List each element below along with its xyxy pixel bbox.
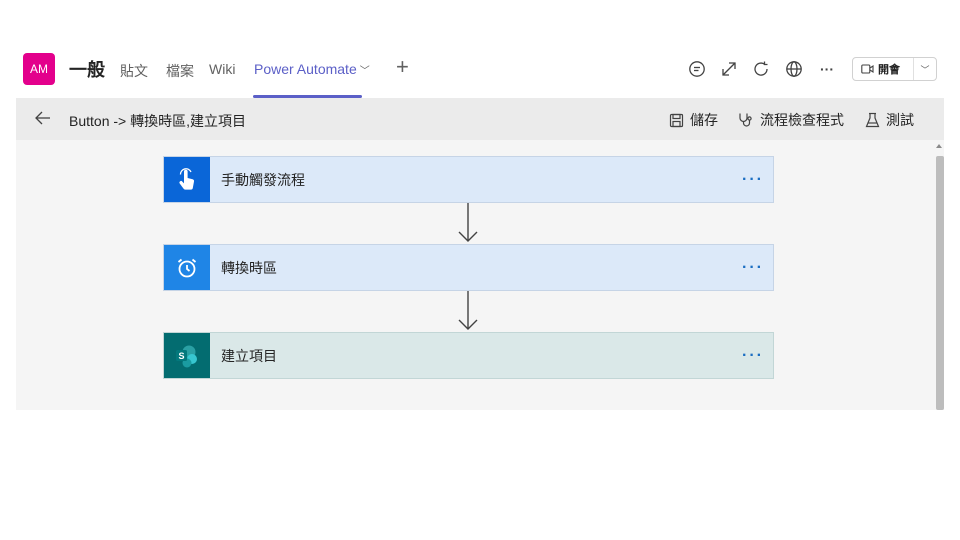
stethoscope-icon xyxy=(739,113,752,127)
step-more-options-icon[interactable]: ··· xyxy=(733,347,773,365)
flow-connector-arrow-icon xyxy=(458,203,478,242)
tab-posts[interactable]: 貼文 xyxy=(120,61,148,81)
flow-step-convert-time-zone[interactable]: 轉換時區 ··· xyxy=(163,244,774,291)
save-button[interactable]: 儲存 xyxy=(669,110,718,130)
team-avatar[interactable]: AM xyxy=(23,53,55,85)
test-button[interactable]: 測試 xyxy=(865,110,914,130)
flow-title: Button -> 轉換時區,建立項目 xyxy=(69,113,246,129)
vertical-scrollbar[interactable] xyxy=(935,140,944,410)
flow-step-manual-trigger[interactable]: 手動觸發流程 ··· xyxy=(163,156,774,203)
test-label: 測試 xyxy=(886,112,914,128)
expand-icon[interactable] xyxy=(718,58,740,80)
channel-tab-bar: AM 一般 貼文 檔案 Wiki Power Automate ﹀ + ··· … xyxy=(16,50,944,98)
flow-checker-label: 流程檢查程式 xyxy=(760,112,844,128)
save-icon xyxy=(669,113,684,127)
touch-icon xyxy=(164,157,210,202)
flask-icon xyxy=(865,112,880,128)
tab-power-automate[interactable]: Power Automate ﹀ xyxy=(254,61,370,77)
flow-step-label: 手動觸發流程 xyxy=(221,171,305,188)
video-camera-icon xyxy=(861,64,874,74)
flow-connector-arrow-icon xyxy=(458,291,478,330)
teams-app: AM 一般 貼文 檔案 Wiki Power Automate ﹀ + ··· … xyxy=(16,50,944,410)
tab-files[interactable]: 檔案 xyxy=(166,61,194,81)
flow-canvas: 手動觸發流程 ··· 轉換時區 ··· S 建立項目 ··· xyxy=(16,140,935,410)
svg-text:S: S xyxy=(178,351,184,361)
chevron-down-icon: ﹀ xyxy=(359,66,370,77)
sharepoint-icon: S xyxy=(164,333,210,378)
step-more-options-icon[interactable]: ··· xyxy=(733,259,773,277)
meet-dropdown-chevron-icon[interactable]: ﹀ xyxy=(914,63,936,76)
meet-label: 開會 xyxy=(878,64,900,76)
add-tab-button[interactable]: + xyxy=(396,54,409,80)
chat-icon[interactable] xyxy=(686,58,708,80)
save-label: 儲存 xyxy=(690,112,718,128)
globe-icon[interactable] xyxy=(783,58,805,80)
flow-header: Button -> 轉換時區,建立項目 儲存 流程檢查程式 測試 xyxy=(16,98,944,140)
step-more-options-icon[interactable]: ··· xyxy=(733,171,773,189)
flow-checker-button[interactable]: 流程檢查程式 xyxy=(738,110,844,130)
scrollbar-thumb[interactable] xyxy=(936,156,944,410)
clock-icon xyxy=(164,245,210,290)
channel-name: 一般 xyxy=(69,60,105,80)
scroll-up-arrow-icon[interactable] xyxy=(936,144,942,148)
tab-wiki[interactable]: Wiki xyxy=(209,61,235,77)
back-arrow-icon[interactable] xyxy=(34,109,52,132)
flow-step-create-item[interactable]: S 建立項目 ··· xyxy=(163,332,774,379)
flow-step-label: 轉換時區 xyxy=(221,259,277,276)
flow-step-label: 建立項目 xyxy=(221,347,277,364)
tab-power-automate-label: Power Automate xyxy=(254,61,357,77)
more-icon[interactable]: ··· xyxy=(816,58,838,80)
meet-button[interactable]: 開會 ﹀ xyxy=(852,57,937,81)
refresh-icon[interactable] xyxy=(750,58,772,80)
meet-now-button[interactable]: 開會 xyxy=(853,61,913,77)
